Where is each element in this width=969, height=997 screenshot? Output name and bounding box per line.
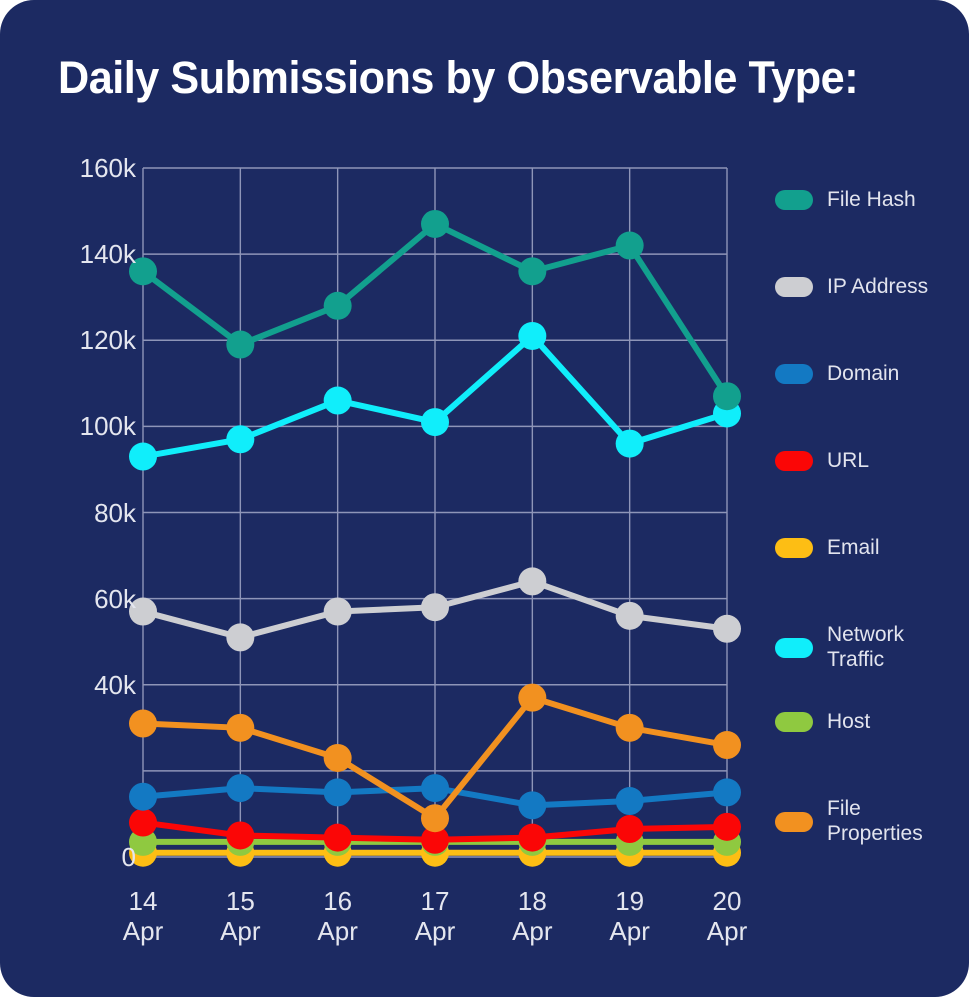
data-point[interactable] (615, 713, 644, 742)
data-point[interactable] (518, 683, 547, 712)
legend-item-url[interactable]: URL (775, 449, 869, 474)
x-tick-month: Apr (414, 916, 456, 947)
data-point[interactable] (615, 429, 644, 458)
data-point[interactable] (226, 821, 255, 850)
x-axis-tick-label: 17 Apr (380, 886, 490, 946)
data-point[interactable] (518, 321, 547, 350)
x-tick-day: 18 (517, 886, 547, 916)
x-tick-day: 20 (712, 886, 742, 916)
legend-swatch-icon (775, 712, 813, 733)
legend-item-email[interactable]: Email (775, 536, 880, 561)
legend-swatch-icon (775, 277, 813, 298)
legend-label: Host (827, 710, 871, 733)
y-axis-tick-label: 120k (79, 325, 136, 356)
plot-area (0, 0, 969, 997)
data-point[interactable] (421, 209, 449, 238)
x-tick-month: Apr (220, 916, 261, 947)
legend-item-file-hash[interactable]: File Hash (775, 188, 916, 213)
data-point[interactable] (421, 593, 449, 622)
legend-swatch-icon (775, 364, 813, 385)
data-point[interactable] (323, 386, 352, 415)
x-axis: 14 Apr 15 Apr 16 Apr 17 Apr 18 Apr 19 Apr 20 Apr (0, 886, 760, 976)
data-point[interactable] (421, 804, 449, 833)
data-point[interactable] (226, 330, 255, 359)
data-point[interactable] (713, 382, 741, 411)
y-axis-tick-label: 40k (94, 669, 136, 700)
data-point[interactable] (421, 408, 449, 437)
legend-item-host[interactable]: Host (775, 710, 870, 735)
x-tick-day: 15 (225, 886, 255, 916)
x-axis-tick-label: 20 Apr (672, 886, 782, 946)
y-axis: 160k 140k 120k 100k 80k 60k 40k 0 (26, 0, 136, 997)
data-point[interactable] (615, 231, 644, 260)
data-point[interactable] (518, 823, 547, 852)
legend-item-domain[interactable]: Domain (775, 362, 899, 387)
y-axis-tick-label: 0 (121, 842, 136, 872)
legend-label: Domain (827, 362, 900, 385)
legend-swatch-icon (775, 190, 813, 211)
data-point[interactable] (615, 815, 644, 844)
x-tick-day: 19 (615, 886, 645, 916)
x-axis-tick-label: 14 Apr (88, 886, 198, 946)
data-point[interactable] (323, 291, 352, 320)
data-point[interactable] (323, 823, 352, 852)
data-point[interactable] (518, 791, 547, 820)
y-axis-tick-label: 80k (94, 497, 136, 528)
x-tick-day: 14 (128, 886, 158, 916)
x-tick-day: 17 (420, 886, 450, 916)
data-point[interactable] (323, 778, 352, 807)
data-point[interactable] (713, 812, 741, 841)
legend-item-file-properties[interactable]: File Properties (775, 797, 923, 847)
legend-label: Network Traffic (827, 623, 905, 671)
data-point[interactable] (713, 778, 741, 807)
chart-card: Daily Submissions by Observable Type: 16… (0, 0, 969, 997)
x-tick-month: Apr (609, 916, 650, 947)
x-axis-tick-label: 16 Apr (283, 886, 393, 946)
legend-swatch-icon (775, 637, 813, 658)
legend-label: URL (827, 449, 870, 472)
x-tick-month: Apr (512, 916, 553, 947)
legend-label: File Properties (827, 797, 923, 845)
x-tick-month: Apr (706, 916, 748, 947)
data-point[interactable] (713, 731, 741, 760)
legend-item-ip-address[interactable]: IP Address (775, 275, 928, 300)
legend-label: Email (827, 536, 880, 559)
legend-item-network-traffic[interactable]: Network Traffic (775, 623, 904, 673)
legend-label: IP Address (827, 275, 929, 298)
data-point[interactable] (226, 713, 255, 742)
data-point[interactable] (615, 601, 644, 630)
x-tick-month: Apr (122, 916, 164, 947)
x-axis-tick-label: 15 Apr (185, 886, 295, 946)
y-axis-tick-label: 60k (94, 583, 136, 614)
legend-label: File Hash (827, 188, 916, 211)
data-point[interactable] (323, 597, 352, 626)
data-point[interactable] (518, 257, 547, 286)
data-point[interactable] (713, 614, 741, 643)
x-tick-day: 16 (323, 886, 353, 916)
x-axis-tick-label: 18 Apr (477, 886, 587, 946)
y-axis-tick-label: 160k (79, 153, 136, 183)
legend-swatch-icon (775, 538, 813, 559)
data-point[interactable] (226, 774, 255, 803)
plot-svg (129, 167, 741, 867)
legend-swatch-icon (775, 811, 813, 832)
legend-swatch-icon (775, 451, 813, 472)
data-point[interactable] (615, 787, 644, 816)
data-point[interactable] (421, 774, 449, 803)
data-point[interactable] (226, 425, 255, 454)
x-axis-tick-label: 19 Apr (575, 886, 685, 946)
data-point[interactable] (226, 623, 255, 652)
data-point[interactable] (518, 567, 547, 596)
y-axis-tick-label: 140k (79, 239, 136, 270)
data-point[interactable] (323, 743, 352, 772)
y-axis-tick-label: 100k (79, 411, 136, 442)
x-tick-month: Apr (317, 916, 358, 947)
grid-lines (142, 167, 728, 858)
